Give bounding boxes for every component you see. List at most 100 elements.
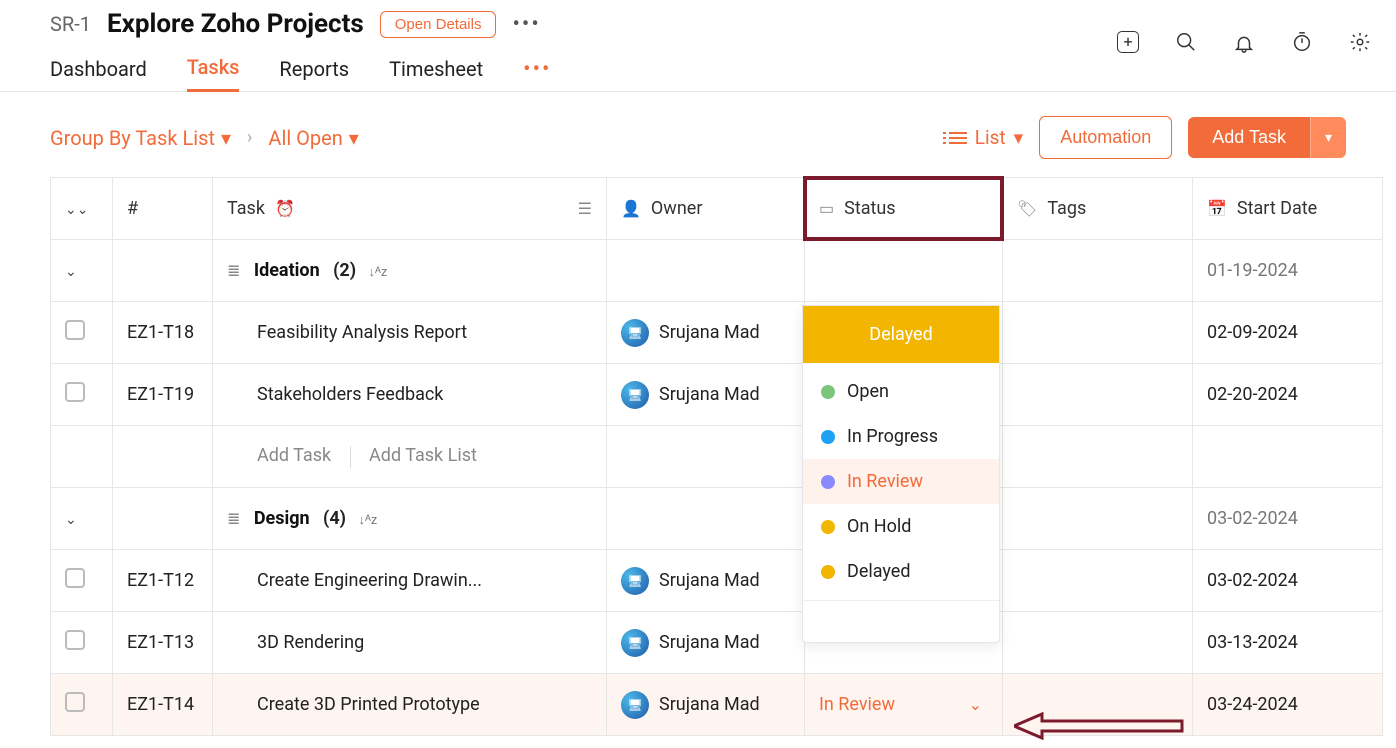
collapse-all-header[interactable]: ⌄⌄ xyxy=(51,178,113,240)
start-date[interactable]: 02-09-2024 xyxy=(1193,302,1383,364)
avatar: 🖥 xyxy=(621,691,649,719)
page-title: Explore Zoho Projects xyxy=(107,9,364,39)
timer-icon[interactable] xyxy=(1290,30,1314,54)
table-row[interactable]: EZ1-T19 Stakeholders Feedback 🖥Srujana M… xyxy=(51,364,1383,426)
group-date: 03-02-2024 xyxy=(1193,488,1383,550)
add-icon[interactable]: + xyxy=(1116,30,1140,54)
sort-icon[interactable]: ↓ᴬᴢ xyxy=(369,265,388,280)
chevron-down-icon: ▾ xyxy=(349,126,359,150)
start-date[interactable]: 03-02-2024 xyxy=(1193,550,1383,612)
row-checkbox[interactable] xyxy=(65,692,85,712)
status-color-dot xyxy=(821,430,835,444)
calendar-icon: 📅 xyxy=(1207,199,1227,218)
column-header-id[interactable]: # xyxy=(113,178,213,240)
status-dropdown-current: Delayed xyxy=(803,306,999,363)
table-row[interactable]: EZ1-T12 Create Engineering Drawin... 🖥Sr… xyxy=(51,550,1383,612)
tab-timesheet[interactable]: Timesheet xyxy=(389,49,483,91)
sort-icon[interactable]: ↓ᴬᴢ xyxy=(358,513,377,528)
task-header-label: Task xyxy=(227,198,265,219)
task-id: EZ1-T18 xyxy=(113,302,213,364)
tab-tasks[interactable]: Tasks xyxy=(187,47,240,92)
owner-name: Srujana Mad xyxy=(659,694,760,715)
automation-button[interactable]: Automation xyxy=(1039,116,1172,159)
status-color-dot xyxy=(821,385,835,399)
column-header-start-date[interactable]: 📅 Start Date xyxy=(1193,178,1383,240)
table-row[interactable]: EZ1-T18 Feasibility Analysis Report 🖥Sru… xyxy=(51,302,1383,364)
owner-name: Srujana Mad xyxy=(659,632,760,653)
start-date[interactable]: 02-20-2024 xyxy=(1193,364,1383,426)
owner-name: Srujana Mad xyxy=(659,384,760,405)
more-actions-icon[interactable]: ••• xyxy=(512,12,540,37)
subtasks-icon[interactable]: ☰ xyxy=(578,199,592,218)
status-option[interactable]: In Review xyxy=(803,459,999,504)
task-name[interactable]: Stakeholders Feedback xyxy=(213,364,607,426)
status-dropdown[interactable]: Delayed OpenIn Progress In Review On Hold D… xyxy=(802,305,1000,643)
chevron-down-icon: ▾ xyxy=(1014,126,1024,149)
group-by-dropdown[interactable]: Group By Task List ▾ xyxy=(50,126,231,150)
column-header-owner[interactable]: 👤Owner xyxy=(607,178,805,240)
task-id: EZ1-T14 xyxy=(113,674,213,736)
avatar: 🖥 xyxy=(621,567,649,595)
table-row[interactable]: EZ1-T13 3D Rendering 🖥 Srujana Mad 03-13-… xyxy=(51,612,1383,674)
search-icon[interactable] xyxy=(1174,30,1198,54)
avatar: 🖥 xyxy=(621,629,649,657)
date-header-label: Start Date xyxy=(1237,198,1317,219)
table-row-selected[interactable]: EZ1-T14 Create 3D Printed Prototype 🖥 Sru… xyxy=(51,674,1383,736)
owner-name: Srujana Mad xyxy=(659,570,760,591)
status-option[interactable]: Open xyxy=(803,369,999,414)
tabs-more-icon[interactable]: ••• xyxy=(523,57,551,82)
status-color-dot xyxy=(821,475,835,489)
group-toggle[interactable]: ⌄ xyxy=(51,240,113,302)
status-cell[interactable]: In Review ⌄ xyxy=(819,694,988,715)
status-option[interactable]: On Hold xyxy=(803,504,999,549)
column-header-status[interactable]: ▭Status xyxy=(805,178,1003,240)
owner-name: Srujana Mad xyxy=(659,322,760,343)
status-option[interactable]: In Progress xyxy=(803,414,999,459)
group-count: (2) xyxy=(333,260,356,281)
gear-icon[interactable] xyxy=(1348,30,1372,54)
task-id: EZ1-T19 xyxy=(113,364,213,426)
status-option-label: On Hold xyxy=(847,516,911,537)
owner-header-label: Owner xyxy=(651,198,703,219)
column-header-tags[interactable]: 🏷 Tags xyxy=(1003,178,1193,240)
add-task-inline[interactable]: Add Task xyxy=(257,445,331,466)
tags-header-label: Tags xyxy=(1047,198,1086,219)
add-task-button[interactable]: Add Task xyxy=(1188,117,1310,158)
filter-dropdown[interactable]: All Open ▾ xyxy=(268,126,358,150)
row-checkbox[interactable] xyxy=(65,568,85,588)
separator xyxy=(350,446,351,468)
view-switcher[interactable]: List ▾ xyxy=(949,126,1023,149)
status-option[interactable]: Delayed xyxy=(803,549,999,594)
task-id: EZ1-T13 xyxy=(113,612,213,674)
start-date[interactable]: 03-24-2024 xyxy=(1193,674,1383,736)
tab-dashboard[interactable]: Dashboard xyxy=(50,49,147,91)
group-name[interactable]: Ideation xyxy=(254,260,320,281)
row-checkbox[interactable] xyxy=(65,630,85,650)
status-value: In Review xyxy=(819,694,895,715)
group-by-label: Group By Task List xyxy=(50,126,215,150)
status-search-input[interactable] xyxy=(821,611,981,632)
task-name[interactable]: Create Engineering Drawin... xyxy=(213,550,607,612)
status-option-label: In Review xyxy=(847,471,923,492)
tasklist-icon: ≣ xyxy=(227,261,240,280)
status-color-dot xyxy=(821,520,835,534)
task-name[interactable]: Feasibility Analysis Report xyxy=(213,302,607,364)
project-code: SR-1 xyxy=(50,12,91,36)
tab-reports[interactable]: Reports xyxy=(279,49,349,91)
bell-icon[interactable] xyxy=(1232,30,1256,54)
view-label: List xyxy=(975,126,1006,149)
row-checkbox[interactable] xyxy=(65,382,85,402)
add-task-list-inline[interactable]: Add Task List xyxy=(369,445,477,466)
start-date[interactable]: 03-13-2024 xyxy=(1193,612,1383,674)
add-task-caret[interactable]: ▾ xyxy=(1310,117,1346,158)
group-count: (4) xyxy=(323,508,346,529)
tag-icon: 🏷 xyxy=(1017,199,1037,218)
group-toggle[interactable]: ⌄ xyxy=(51,488,113,550)
column-header-task[interactable]: Task⏰ ☰ xyxy=(213,178,607,240)
row-checkbox[interactable] xyxy=(65,320,85,340)
group-name[interactable]: Design xyxy=(254,508,310,529)
open-details-button[interactable]: Open Details xyxy=(380,11,497,38)
task-name[interactable]: 3D Rendering xyxy=(213,612,607,674)
status-icon: ▭ xyxy=(819,199,834,218)
task-name[interactable]: Create 3D Printed Prototype xyxy=(213,674,607,736)
